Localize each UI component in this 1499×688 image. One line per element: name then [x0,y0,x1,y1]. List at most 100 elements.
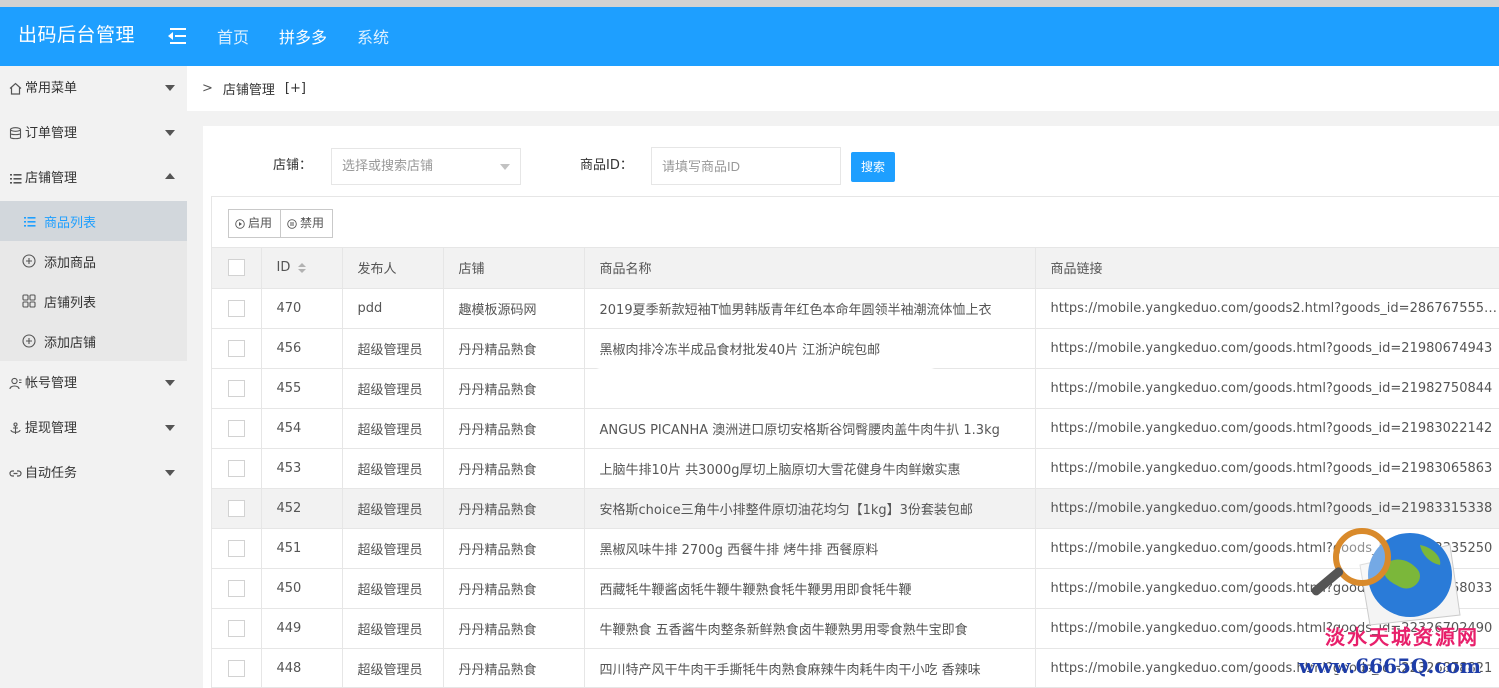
table-row[interactable]: 454 超级管理员 丹丹精品熟食 ANGUS PICANHA 澳洲进口原切安格斯谷饲臀… [212,408,1499,449]
breadcrumb-separator: > [202,81,213,96]
cell-goods-link[interactable]: https://mobile.yangkeduo.com/goods2.html… [1035,288,1499,329]
select-all-checkbox[interactable] [228,259,245,277]
toolbar-button-group: 启用 禁用 [228,209,334,238]
nav-item-pinduoduo[interactable]: 拼多多 [279,24,327,48]
row-select-cell [212,608,262,649]
sidebar-subitem-add-shop[interactable]: 添加店铺 [0,321,187,361]
disable-button-label: 禁用 [300,216,325,230]
cell-shop: 丹丹精品熟食 [443,328,585,369]
list-icon [8,172,22,186]
cell-goods-link[interactable]: https://mobile.yangkeduo.com/goods.html?… [1035,368,1499,409]
sidebar-item-label: 订单管理 [25,126,78,141]
breadcrumb-expand[interactable]: [+] [285,81,306,96]
top-header: 出码后台管理 首页 拼多多 系统 [0,7,1499,66]
cell-goods-link[interactable]: https://mobile.yangkeduo.com/goods.html?… [1035,408,1499,449]
column-header-publisher: 发布人 [342,248,444,289]
row-checkbox[interactable] [228,379,245,397]
cell-goods-name: 安格斯choice三角牛小排整件原切油花均匀【1kg】3份套装包邮 [584,488,1036,529]
cell-publisher: 超级管理员 [342,408,444,449]
column-header-goods-name: 商品名称 [584,248,1036,289]
plus-circle-icon [22,334,36,348]
sidebar-item-label: 自动任务 [25,466,78,481]
shop-select[interactable]: 选择或搜索店铺 [331,148,521,185]
sidebar-item-shops[interactable]: 店铺管理 [0,156,187,201]
chevron-down-icon [500,164,510,170]
row-checkbox[interactable] [228,579,245,597]
cell-publisher: 超级管理员 [342,368,444,409]
sidebar-item-label: 常用菜单 [25,81,78,96]
cell-id: 456 [261,328,343,369]
anchor-icon [8,422,22,436]
breadcrumb-current[interactable]: 店铺管理 [223,79,275,98]
sidebar-item-common-menu[interactable]: 常用菜单 [0,66,187,111]
row-select-cell [212,408,262,449]
sidebar-item-label: 店铺管理 [25,171,78,186]
row-checkbox[interactable] [228,659,245,677]
row-select-cell [212,528,262,569]
disable-button[interactable]: 禁用 [281,209,334,238]
breadcrumb: > 店铺管理 [+] [187,66,1499,111]
plus-circle-icon [22,254,36,268]
sidebar-subitem-label: 店铺列表 [44,295,97,311]
chevron-down-icon [165,425,175,431]
row-checkbox[interactable] [228,339,245,357]
row-checkbox[interactable] [228,499,245,517]
sidebar-item-orders[interactable]: 订单管理 [0,111,187,156]
sidebar-item-label: 提现管理 [25,421,78,436]
cell-goods-name: 上脑牛排10片 共3000g厚切上脑原切大雪花健身牛肉鲜嫩实惠 [584,448,1036,489]
nav-item-home[interactable]: 首页 [217,24,249,48]
chevron-down-icon [165,470,175,476]
sidebar-item-auto-tasks[interactable]: 自动任务 [0,451,187,496]
blurred-region [598,361,933,405]
menu-toggle-icon[interactable] [166,26,188,46]
select-all-cell [212,248,262,289]
row-select-cell [212,368,262,409]
watermark: 淡水天城资源网 www.6665Q.com [1299,505,1499,688]
cell-goods-name: ANGUS PICANHA 澳洲进口原切安格斯谷饲臀腰肉盖牛肉牛扒 1.3kg [584,408,1036,449]
chevron-up-icon [165,173,175,179]
cell-goods-link[interactable]: https://mobile.yangkeduo.com/goods.html?… [1035,328,1499,369]
chevron-down-icon [165,85,175,91]
search-button[interactable]: 搜索 [851,152,895,182]
row-checkbox[interactable] [228,419,245,437]
cell-goods-name: 西藏牦牛鞭酱卤牦牛鞭牛鞭熟食牦牛鞭男用即食牦牛鞭 [584,568,1036,609]
sidebar-subitem-goods-list[interactable]: 商品列表 [0,201,187,241]
row-checkbox[interactable] [228,539,245,557]
list-icon [22,214,36,228]
sidebar-item-accounts[interactable]: 帐号管理 [0,361,187,406]
cell-goods-name: 四川特产风干牛肉干手撕牦牛肉熟食麻辣牛肉耗牛肉干小吃 香辣味 [584,648,1036,688]
cell-publisher: 超级管理员 [342,448,444,489]
row-checkbox[interactable] [228,299,245,317]
enable-button-label: 启用 [248,216,273,230]
cell-id: 470 [261,288,343,329]
cell-publisher: 超级管理员 [342,328,444,369]
cell-goods-name: 牛鞭熟食 五香酱牛肉整条新鲜熟食卤牛鞭熟男用零食熟牛宝即食 [584,608,1036,649]
goods-id-input[interactable] [651,147,841,185]
sidebar-submenu-shops: 商品列表 添加商品 店铺列表 添加店铺 [0,201,187,361]
top-nav: 首页 拼多多 系统 [217,7,419,64]
row-checkbox[interactable] [228,619,245,637]
row-select-cell [212,568,262,609]
column-header-id[interactable]: ID [261,248,343,289]
table-header-row: ID 发布人 店铺 商品名称 商品链接 [212,248,1499,289]
cell-id: 451 [261,528,343,569]
sidebar-item-withdraw[interactable]: 提现管理 [0,406,187,451]
shop-filter-label: 店铺： [273,158,313,173]
database-icon [8,127,22,141]
cell-shop: 丹丹精品熟食 [443,608,585,649]
row-select-cell [212,448,262,489]
row-checkbox[interactable] [228,459,245,477]
sidebar-subitem-add-goods[interactable]: 添加商品 [0,241,187,281]
pause-circle-icon [287,218,297,229]
watermark-text: 淡水天城资源网 [1325,625,1479,649]
enable-button[interactable]: 启用 [228,209,282,238]
sidebar-subitem-shop-list[interactable]: 店铺列表 [0,281,187,321]
table-row[interactable]: 453 超级管理员 丹丹精品熟食 上脑牛排10片 共3000g厚切上脑原切大雪花健身牛… [212,448,1499,489]
sort-icon[interactable] [298,262,307,273]
cell-goods-name: 2019夏季新款短袖T恤男韩版青年红色本命年圆领半袖潮流体恤上衣 [584,288,1036,329]
chevron-down-icon [165,130,175,136]
goods-id-label: 商品ID： [580,158,633,173]
table-row[interactable]: 470 pdd 趣模板源码网 2019夏季新款短袖T恤男韩版青年红色本命年圆领半袖潮流… [212,288,1499,329]
cell-goods-link[interactable]: https://mobile.yangkeduo.com/goods.html?… [1035,448,1499,489]
nav-item-system[interactable]: 系统 [357,24,389,48]
